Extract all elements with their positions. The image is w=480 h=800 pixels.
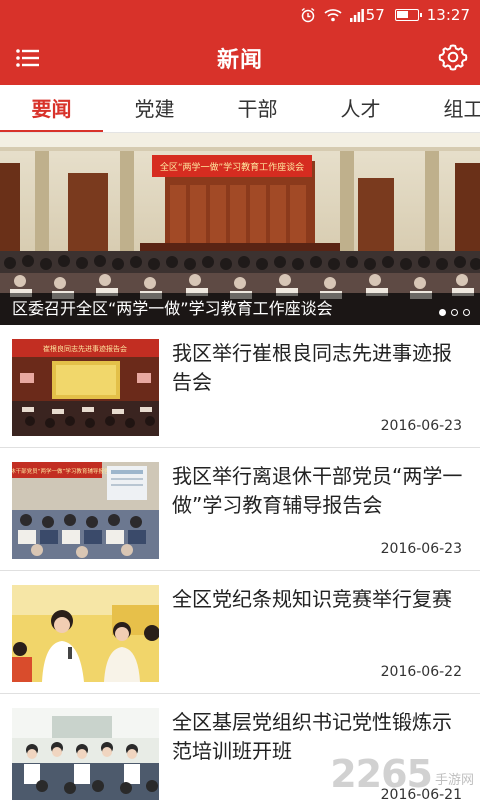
news-item[interactable]: 全区党纪条规知识竞赛举行复赛 2016-06-22 <box>0 571 480 694</box>
clock: 13:27 <box>426 6 470 24</box>
news-item[interactable]: 崔根良同志先进事迹报告会 我区举行崔根良同志先进事迹报告会 2016-06-23 <box>0 325 480 448</box>
carousel-dot[interactable] <box>451 309 458 316</box>
signal-strength: 57 <box>365 6 385 24</box>
watermark-number: 2265 <box>330 752 433 796</box>
carousel-indicator <box>439 309 470 316</box>
signal-icon <box>349 8 364 22</box>
carousel-dot[interactable] <box>463 309 470 316</box>
site-watermark: 2265 手游网 <box>330 752 474 796</box>
tab-party-building[interactable]: 党建 <box>103 85 206 132</box>
carousel-dot[interactable] <box>439 309 446 316</box>
gear-icon[interactable] <box>438 42 468 72</box>
app-bar: 新闻 <box>0 30 480 85</box>
tab-cadres[interactable]: 干部 <box>206 85 309 132</box>
news-date: 2016-06-23 <box>380 418 462 434</box>
news-thumbnail: 崔根良同志先进事迹报告会 <box>12 339 159 436</box>
news-title: 我区举行崔根良同志先进事迹报告会 <box>172 341 452 394</box>
page-title: 新闻 <box>216 47 263 73</box>
thumb-banner-text: 离退休干部党员“两学一做”学习教育辅导报告会 <box>12 467 115 475</box>
tab-headlines[interactable]: 要闻 <box>0 85 103 132</box>
battery-icon <box>393 9 422 21</box>
status-bar: 57 13:27 <box>0 0 480 30</box>
tab-talent[interactable]: 人才 <box>309 85 412 132</box>
news-title: 我区举行离退休干部党员“两学一做”学习教育辅导报告会 <box>172 464 463 517</box>
stage-banner-text: 全区“两学一做”学习教育工作座谈会 <box>160 161 304 173</box>
banner-caption: 区委召开全区“两学一做”学习教育工作座谈会 <box>0 293 480 325</box>
news-date: 2016-06-23 <box>380 541 462 557</box>
category-tabs: 要闻 党建 干部 人才 组工 <box>0 85 480 133</box>
news-date: 2016-06-22 <box>380 664 462 680</box>
news-item[interactable]: 离退休干部党员“两学一做”学习教育辅导报告会 我区举行离退休干部党员“两学一做”… <box>0 448 480 571</box>
thumb-banner-text: 崔根良同志先进事迹报告会 <box>43 344 127 353</box>
news-thumbnail <box>12 708 159 800</box>
news-thumbnail <box>12 585 159 682</box>
wifi-icon <box>324 8 342 22</box>
tab-organization-work[interactable]: 组工 <box>412 85 480 132</box>
watermark-text: 手游网 <box>434 773 474 788</box>
list-menu-icon[interactable] <box>14 44 42 72</box>
news-thumbnail: 离退休干部党员“两学一做”学习教育辅导报告会 <box>12 462 159 559</box>
news-list: 崔根良同志先进事迹报告会 我区举行崔根良同志先进事迹报告会 2016-06-23… <box>0 325 480 800</box>
alarm-icon <box>300 7 316 23</box>
news-title: 全区党纪条规知识竞赛举行复赛 <box>172 587 452 611</box>
headline-banner[interactable]: 全区“两学一做”学习教育工作座谈会 区委召开全区“两学一做”学习教育工作座谈会 <box>0 133 480 325</box>
